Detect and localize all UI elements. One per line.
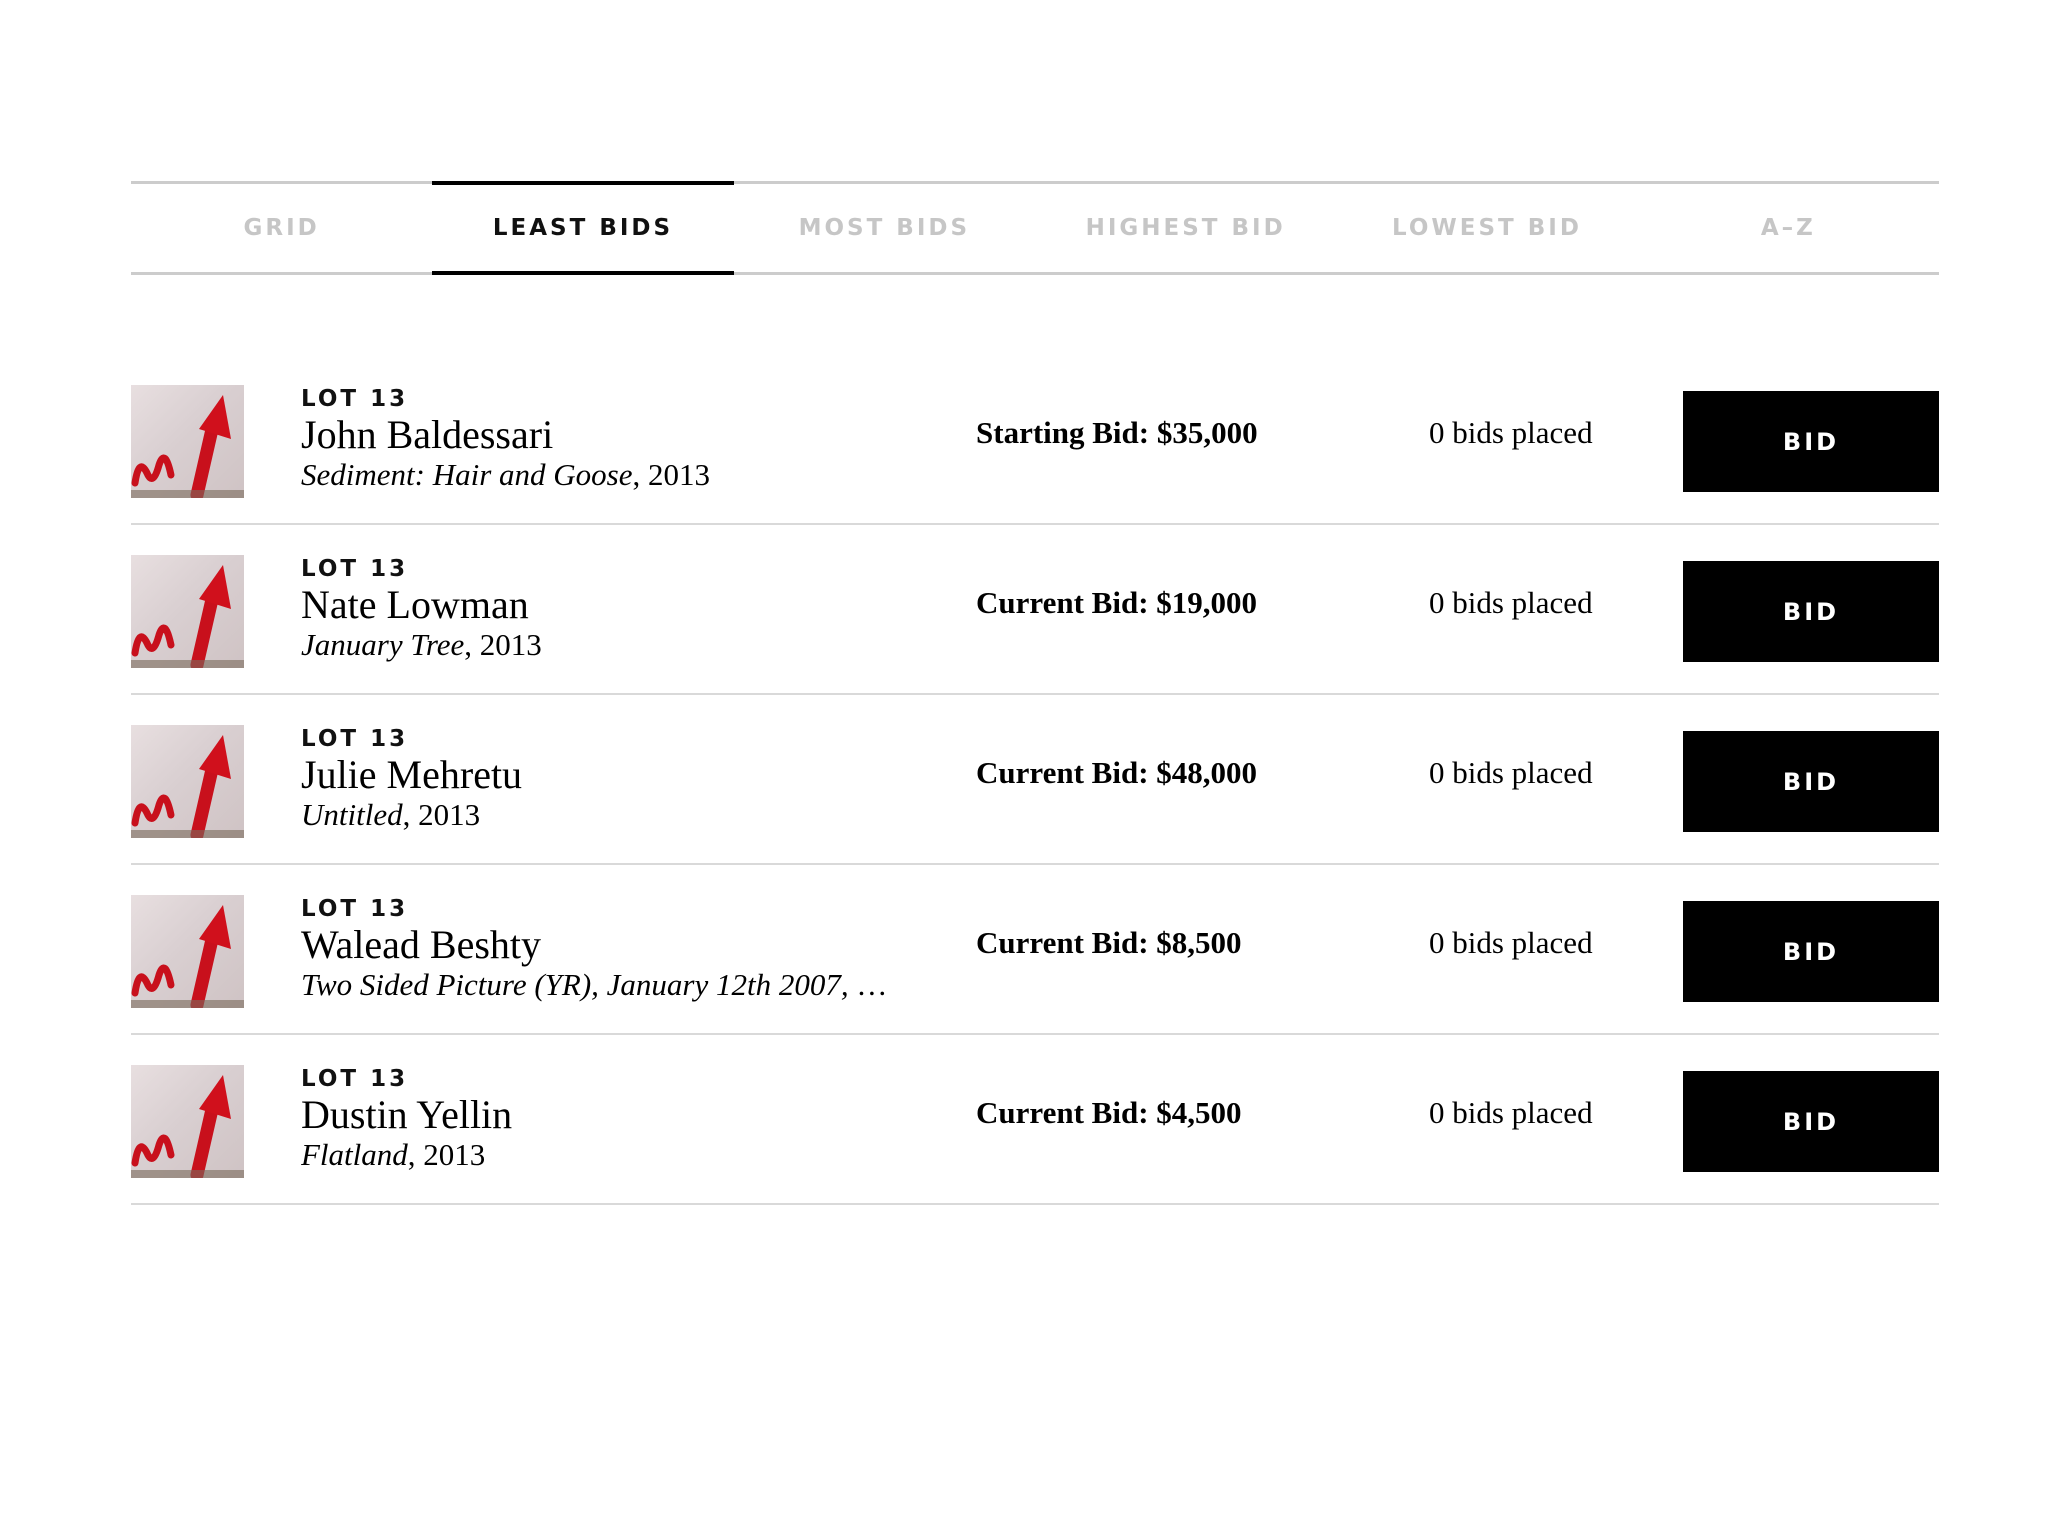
lot-row: LOT 13 Julie Mehretu Untitled, 2013 Curr… <box>131 695 1939 865</box>
lot-number: LOT 13 <box>301 726 409 752</box>
lot-thumbnail[interactable] <box>131 725 244 838</box>
bid-button[interactable]: BID <box>1683 901 1939 1002</box>
bid-amount: Current Bid: $4,500 <box>976 1095 1242 1130</box>
work-year: , 2013 <box>407 1137 486 1172</box>
lot-row: LOT 13 Walead Beshty Two Sided Picture (… <box>131 865 1939 1035</box>
tab-least-bids[interactable]: LEAST BIDS <box>432 181 734 275</box>
artist-name[interactable]: Julie Mehretu <box>301 753 961 797</box>
artist-name[interactable]: Walead Beshty <box>301 923 961 967</box>
lot-thumbnail[interactable] <box>131 555 244 668</box>
work-title: Untitled <box>301 797 403 832</box>
red-rising-arrow-icon <box>131 735 244 838</box>
work-title: January Tree <box>301 627 465 662</box>
bid-amount: Current Bid: $19,000 <box>976 585 1258 620</box>
tab-a-z[interactable]: A–Z <box>1638 184 1939 272</box>
work-title: Flatland <box>301 1137 408 1172</box>
work-title: Two Sided Picture (YR), January 12th 200… <box>301 967 901 1002</box>
bids-placed-count: 0 bids placed <box>1429 755 1593 790</box>
bid-button[interactable]: BID <box>1683 731 1939 832</box>
lot-number: LOT 13 <box>301 896 409 922</box>
lot-number: LOT 13 <box>301 386 409 412</box>
lot-info: LOT 13 Nate Lowman January Tree, 2013 <box>301 555 961 663</box>
work-year: , 2013 <box>464 627 542 662</box>
work-details: Sediment: Hair and Goose, 2013 <box>301 457 901 493</box>
bids-placed-count: 0 bids placed <box>1429 1095 1593 1130</box>
red-rising-arrow-icon <box>131 395 244 498</box>
tab-grid[interactable]: GRID <box>131 184 432 272</box>
lot-row: LOT 13 John Baldessari Sediment: Hair an… <box>131 355 1939 525</box>
work-details: Flatland, 2013 <box>301 1137 901 1173</box>
lot-info: LOT 13 Julie Mehretu Untitled, 2013 <box>301 725 961 833</box>
bid-button[interactable]: BID <box>1683 391 1939 492</box>
work-title: Sediment: Hair and Goose <box>301 457 633 492</box>
bid-button[interactable]: BID <box>1683 561 1939 662</box>
work-details: Two Sided Picture (YR), January 12th 200… <box>301 967 901 1003</box>
tab-lowest-bid[interactable]: LOWEST BID <box>1336 184 1637 272</box>
work-year: , 2013 <box>402 797 481 832</box>
artist-name[interactable]: Nate Lowman <box>301 583 961 627</box>
lot-thumbnail[interactable] <box>131 895 244 1008</box>
work-year: , 2013 <box>632 457 710 492</box>
red-rising-arrow-icon <box>131 905 244 1008</box>
work-details: January Tree, 2013 <box>301 627 901 663</box>
artist-name[interactable]: Dustin Yellin <box>301 1093 961 1137</box>
lot-list: LOT 13 John Baldessari Sediment: Hair an… <box>131 355 1939 1205</box>
artist-name[interactable]: John Baldessari <box>301 413 961 457</box>
tab-most-bids[interactable]: MOST BIDS <box>734 184 1035 272</box>
bids-placed-count: 0 bids placed <box>1429 415 1593 450</box>
work-details: Untitled, 2013 <box>301 797 901 833</box>
lot-number: LOT 13 <box>301 1066 409 1092</box>
bid-button[interactable]: BID <box>1683 1071 1939 1172</box>
lot-info: LOT 13 John Baldessari Sediment: Hair an… <box>301 385 961 493</box>
lot-row: LOT 13 Dustin Yellin Flatland, 2013 Curr… <box>131 1035 1939 1205</box>
bid-amount: Starting Bid: $35,000 <box>976 415 1258 450</box>
lot-thumbnail[interactable] <box>131 1065 244 1178</box>
lot-info: LOT 13 Dustin Yellin Flatland, 2013 <box>301 1065 961 1173</box>
lot-thumbnail[interactable] <box>131 385 244 498</box>
tab-highest-bid[interactable]: HIGHEST BID <box>1035 184 1336 272</box>
lot-info: LOT 13 Walead Beshty Two Sided Picture (… <box>301 895 961 1003</box>
bid-amount: Current Bid: $8,500 <box>976 925 1242 960</box>
bids-placed-count: 0 bids placed <box>1429 585 1593 620</box>
lot-number: LOT 13 <box>301 556 409 582</box>
bid-amount: Current Bid: $48,000 <box>976 755 1258 790</box>
lot-row: LOT 13 Nate Lowman January Tree, 2013 Cu… <box>131 525 1939 695</box>
red-rising-arrow-icon <box>131 565 244 668</box>
sort-tabs: GRID LEAST BIDS MOST BIDS HIGHEST BID LO… <box>131 181 1939 275</box>
bids-placed-count: 0 bids placed <box>1429 925 1593 960</box>
red-rising-arrow-icon <box>131 1075 244 1178</box>
